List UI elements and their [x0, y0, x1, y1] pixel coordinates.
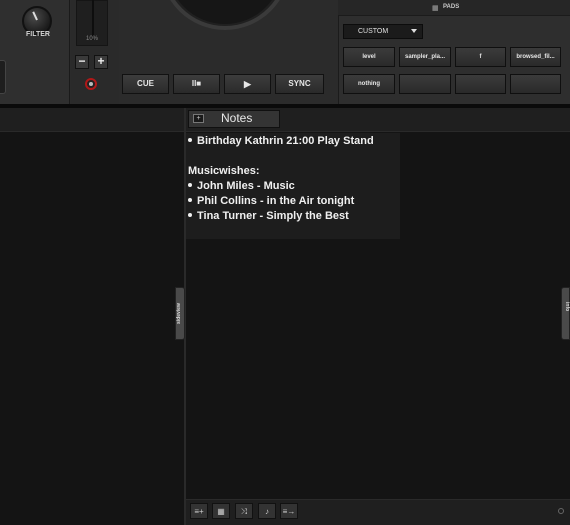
bullet-icon: [188, 183, 192, 188]
pitch-percent-label: 10%: [85, 36, 98, 42]
sync-button[interactable]: SYNC: [275, 74, 324, 94]
pads-title: PADS: [443, 4, 460, 10]
stutter-pause-button[interactable]: II■: [173, 74, 220, 94]
status-dot-icon: [558, 508, 564, 514]
notes-tab-label: Notes: [221, 111, 253, 125]
note-line: Birthday Kathrin 21:00 Play Stand: [188, 134, 398, 149]
note-line: Phil Collins - in the Air tonight: [188, 194, 398, 209]
automix-list-icon[interactable]: ≡→: [280, 503, 298, 519]
pad-5[interactable]: nothing: [343, 74, 395, 94]
grid-view-icon[interactable]: ▦: [212, 503, 230, 519]
add-to-list-icon[interactable]: ≡+: [190, 503, 208, 519]
bullet-icon: [188, 213, 192, 218]
filter-label: FILTER: [26, 31, 50, 38]
pad-4[interactable]: browsed_fil...: [510, 47, 561, 67]
note-line: [188, 149, 398, 164]
note-line: Tina Turner - Simply the Best: [188, 209, 398, 224]
notes-content[interactable]: Birthday Kathrin 21:00 Play Stand Musicw…: [188, 134, 398, 224]
folder-pane-header: [0, 108, 184, 132]
chevron-down-icon: [411, 29, 417, 33]
sideview-label: sideview: [176, 303, 182, 325]
note-icon: +: [193, 114, 204, 123]
shuffle-icon[interactable]: ⤨: [235, 503, 253, 519]
folder-pane[interactable]: [0, 108, 184, 525]
pitch-plus-button[interactable]: +: [94, 55, 108, 69]
pads-grid-icon: ▦: [432, 5, 439, 12]
pitch-track: [92, 0, 94, 40]
record-button[interactable]: [85, 78, 97, 90]
info-label: info: [564, 302, 570, 312]
bullet-icon: [188, 198, 192, 203]
pad-2[interactable]: sampler_pla...: [399, 47, 451, 67]
pad-6[interactable]: [399, 74, 451, 94]
microphone-icon[interactable]: ♪: [258, 503, 276, 519]
play-button[interactable]: ▶: [224, 74, 271, 94]
cue-button[interactable]: CUE: [122, 74, 169, 94]
pad-1[interactable]: level: [343, 47, 395, 67]
note-line: John Miles - Music: [188, 179, 398, 194]
pitch-minus-button[interactable]: −: [75, 55, 89, 69]
note-line: Musicwishes:: [188, 165, 260, 177]
left-edge-button[interactable]: [0, 60, 6, 94]
pad-7[interactable]: [455, 74, 506, 94]
pad-3[interactable]: f: [455, 47, 506, 67]
bullet-icon: [188, 138, 192, 143]
info-toggle[interactable]: [561, 287, 570, 340]
pad-8[interactable]: [510, 74, 561, 94]
